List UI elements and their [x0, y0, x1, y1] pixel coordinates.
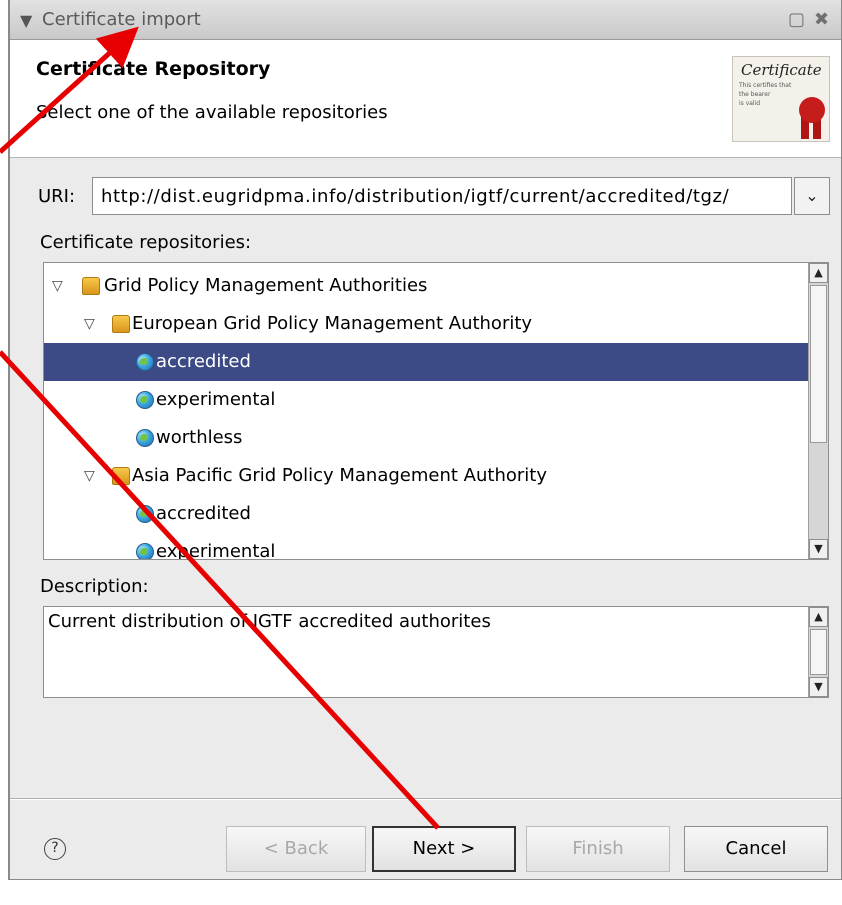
button-separator — [10, 798, 841, 800]
tree-item-gpma[interactable]: ▽ Grid Policy Management Authorities — [44, 267, 808, 305]
window-title: Certificate import — [42, 9, 201, 30]
globe-icon — [136, 391, 154, 409]
description-box[interactable]: Current distribution of IGTF accredited … — [43, 606, 829, 698]
tree-item-label: experimental — [156, 389, 276, 410]
scroll-up-button[interactable]: ▲ — [809, 607, 828, 627]
description-scrollbar[interactable]: ▲ ▼ — [808, 607, 828, 697]
next-button[interactable]: Next > — [372, 826, 516, 872]
uri-dropdown-button[interactable]: ⌄ — [794, 177, 830, 215]
globe-icon — [136, 543, 154, 559]
title-bar[interactable]: ▼ Certificate import ▢ ✖ — [10, 0, 841, 40]
globe-icon — [136, 505, 154, 523]
tree-item-label: experimental — [156, 541, 276, 560]
tree-item-eu-experimental[interactable]: experimental — [44, 381, 808, 419]
expand-triangle-icon[interactable]: ▽ — [84, 457, 95, 495]
tree-item-ap-experimental[interactable]: experimental — [44, 533, 808, 560]
scroll-thumb[interactable] — [810, 285, 827, 443]
tree-item-label: worthless — [156, 427, 243, 448]
back-button[interactable]: < Back — [226, 826, 366, 872]
repository-tree[interactable]: ▽ Grid Policy Management Authorities ▽ E… — [43, 262, 829, 560]
chevron-down-icon[interactable]: ▼ — [20, 11, 32, 30]
tree-item-label: European Grid Policy Management Authorit… — [132, 313, 533, 334]
tree-item-apgridpma[interactable]: ▽ Asia Pacific Grid Policy Management Au… — [44, 457, 808, 495]
certificate-image-title: Certificate — [741, 61, 822, 79]
certificate-image-line-3: is valid — [739, 100, 761, 107]
certificate-image: Certificate This certifies that the bear… — [732, 56, 830, 142]
description-label: Description: — [40, 576, 149, 597]
certificate-import-dialog: ▼ Certificate import ▢ ✖ Certificate Rep… — [8, 0, 842, 880]
folder-icon — [82, 277, 100, 295]
tree-item-ap-accredited[interactable]: accredited — [44, 495, 808, 533]
tree-item-eugridpma[interactable]: ▽ European Grid Policy Management Author… — [44, 305, 808, 343]
tree-item-label: Grid Policy Management Authorities — [104, 275, 428, 296]
folder-icon — [112, 467, 130, 485]
certificate-image-text: This certifies that the bearer is valid — [739, 81, 799, 108]
tree-item-label: accredited — [156, 351, 251, 372]
tree-scrollbar[interactable]: ▲ ▼ — [808, 263, 828, 559]
close-icon[interactable]: ✖ — [814, 9, 829, 30]
help-icon[interactable]: ? — [44, 838, 66, 860]
expand-triangle-icon[interactable]: ▽ — [52, 267, 63, 305]
globe-icon — [136, 353, 154, 371]
seal-icon — [799, 97, 825, 123]
globe-icon — [136, 429, 154, 447]
uri-label: URI: — [38, 186, 76, 207]
expand-triangle-icon[interactable]: ▽ — [84, 305, 95, 343]
page-title: Certificate Repository — [36, 58, 271, 80]
folder-icon — [112, 315, 130, 333]
scroll-down-button[interactable]: ▼ — [809, 539, 828, 559]
repositories-label: Certificate repositories: — [40, 232, 252, 253]
tree-item-label: accredited — [156, 503, 251, 524]
chevron-down-icon: ⌄ — [805, 186, 819, 205]
header-banner: Certificate Repository Select one of the… — [10, 40, 841, 158]
uri-field[interactable] — [92, 177, 792, 215]
scroll-down-button[interactable]: ▼ — [809, 677, 828, 697]
cancel-button[interactable]: Cancel — [684, 826, 828, 872]
finish-button[interactable]: Finish — [526, 826, 670, 872]
page-subtitle: Select one of the available repositories — [36, 102, 388, 123]
tree-item-eu-accredited[interactable]: accredited — [44, 343, 808, 381]
scroll-up-button[interactable]: ▲ — [809, 263, 828, 283]
certificate-image-line-1: This certifies that — [739, 82, 792, 89]
maximize-icon[interactable]: ▢ — [788, 9, 805, 30]
tree-item-eu-worthless[interactable]: worthless — [44, 419, 808, 457]
scroll-thumb[interactable] — [810, 629, 827, 675]
tree-item-label: Asia Pacific Grid Policy Management Auth… — [132, 465, 547, 486]
certificate-image-line-2: the bearer — [739, 91, 771, 98]
description-text: Current distribution of IGTF accredited … — [48, 611, 491, 632]
